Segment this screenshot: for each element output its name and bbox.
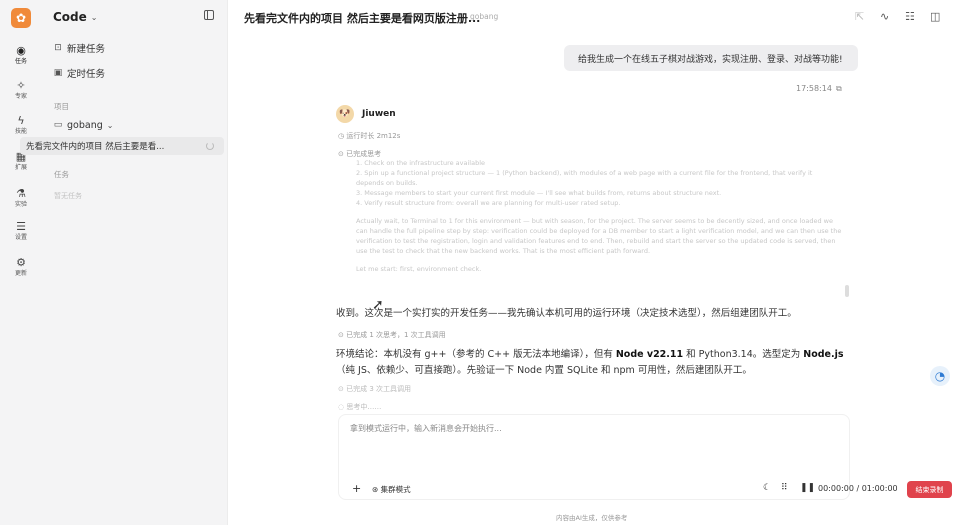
running-tools-label: 已完成 3 次工具调用	[346, 385, 411, 393]
app-logo-icon[interactable]: ✿	[11, 8, 31, 28]
assistant-intro: 收到。这次是一个实打实的开发任务——我先确认本机可用的运行环境（决定技术选型），…	[336, 308, 797, 319]
rail-item-label: 专家	[14, 92, 27, 100]
workspace-title: Code	[53, 10, 87, 24]
chevron-down-icon: ⌄	[90, 12, 98, 22]
copy-icon[interactable]: ⧉	[836, 84, 842, 94]
moon-icon[interactable]: ☾	[763, 483, 771, 493]
rail-item-experts[interactable]: ✧ 专家	[0, 75, 42, 105]
thinking-scrollbar[interactable]	[845, 285, 849, 297]
thinking-icon: ⊙	[338, 150, 347, 158]
assistant-name: Jiuwen	[362, 109, 396, 119]
thinking-label: 已完成思考	[346, 150, 382, 158]
thinking-line: Let me start: first, environment check.	[356, 265, 482, 273]
rail-item-skills[interactable]: ϟ 技能	[0, 110, 42, 140]
task-icon: ◉	[16, 43, 26, 57]
elapsed-label: 运行时长 2m12s	[346, 132, 401, 140]
thinking-line: 3. Message members to start your current…	[356, 189, 722, 197]
rail-item-labs[interactable]: ⚗ 实验	[0, 183, 42, 213]
elapsed-time: ◷ 运行时长 2m12s	[338, 131, 400, 141]
sidebar: Code ⌄ ⊡ 新建任务 ▣ 定时任务 项目 ▭ gobang ⌄ 任务 暂无…	[42, 0, 228, 525]
recording-timer: 00:00:00 / 01:00:00	[818, 484, 898, 493]
icon-rail: ✿ ◉ 任务 ✧ 专家 ϟ 技能 ▦ 扩展 ⚗ 实验 ☰ 设置 ⚙ 更新	[0, 0, 42, 525]
calendar-icon: ▣	[53, 68, 63, 78]
new-task-icon: ⊡	[54, 43, 62, 53]
workspace-switcher[interactable]: Code ⌄	[53, 8, 97, 26]
mode-label: 集群模式	[380, 485, 411, 494]
message-timestamp: 17:58:14	[796, 84, 832, 93]
tasks-heading: 任务	[54, 170, 69, 179]
rail-item-label: 更新	[14, 269, 27, 277]
conclusion-text: （纯 JS、依赖少、可直接跑）。先验证一下 Node 内置 SQLite 和 n…	[336, 365, 752, 376]
message-input[interactable]: 拿到模式运行中，输入新消息会开始执行...	[350, 423, 502, 434]
tool-summary[interactable]: ⊙ 已完成 1 次思考，1 次工具调用	[338, 330, 446, 340]
node-version: Node v22.11	[615, 349, 684, 360]
share-icon[interactable]: ⇱	[855, 10, 864, 23]
conclusion-text: 和 Python3.14。选型定为	[683, 349, 804, 360]
assistant-avatar: 🐶	[336, 105, 354, 123]
panel-toggle-icon[interactable]: ◫	[930, 10, 940, 23]
drag-handle-icon[interactable]: ⠿	[781, 483, 788, 493]
stop-recording-button[interactable]: 结束录制	[907, 481, 952, 498]
page-title: 先看完文件内的项目 然后主要是看网页版注册...	[244, 12, 481, 25]
add-attachment-icon[interactable]: +	[352, 482, 361, 495]
sparkle-icon: ✧	[16, 78, 26, 92]
tool-summary-label: 已完成 1 次思考，1 次工具调用	[346, 331, 446, 339]
pending-status: ◌ 思考中……	[338, 402, 381, 412]
assistant-float-icon[interactable]: ◔	[930, 366, 950, 386]
cluster-mode-toggle[interactable]: ⊛ 集群模式	[372, 484, 411, 495]
running-tools[interactable]: ⊙ 已完成 3 次工具调用	[338, 384, 411, 394]
user-message: 给我生成一个在线五子棋对战游戏，实现注册、登录、对战等功能!	[564, 45, 858, 71]
new-task-label: 新建任务	[67, 44, 106, 55]
pause-icon[interactable]: ❚❚	[800, 483, 815, 493]
pending-label: 思考中……	[346, 403, 382, 411]
mouse-cursor-icon: ➚	[372, 297, 384, 313]
scheduled-task-button[interactable]: ▣ 定时任务	[52, 64, 222, 82]
rail-item-tasks[interactable]: ◉ 任务	[0, 40, 42, 70]
rail-item-label: 设置	[14, 233, 27, 241]
rail-item-label: 扩展	[14, 163, 27, 171]
rail-item-label: 任务	[14, 57, 27, 65]
sliders-icon: ☰	[16, 219, 26, 233]
project-item-gobang[interactable]: ▭ gobang ⌄	[52, 116, 222, 134]
tasks-empty-text: 暂无任务	[54, 192, 82, 200]
lightning-icon: ϟ	[17, 113, 25, 127]
tool-icon: ⊙	[338, 385, 347, 393]
folder-icon: ▭	[53, 120, 63, 130]
thinking-content: 1. Check on the infrastructure available…	[356, 158, 842, 274]
thinking-line: Actually wait, to Terminal to 1 for this…	[356, 217, 842, 255]
conclusion-text: 环境结论：本机没有 g++（参考的 C++ 版无法本地编译），但有	[336, 349, 616, 360]
rail-item-label: 技能	[14, 127, 27, 135]
rail-item-label: 实验	[14, 200, 27, 208]
collapse-sidebar-icon[interactable]	[204, 10, 214, 20]
projects-heading: 项目	[54, 102, 69, 111]
flask-icon: ⚗	[16, 186, 26, 200]
activity-icon[interactable]: ∿	[880, 10, 889, 23]
cluster-icon: ⊛	[372, 485, 381, 494]
ai-disclaimer: 内容由AI生成，仅供参考	[556, 514, 628, 522]
project-label: gobang	[67, 119, 103, 131]
project-tag: gobang	[470, 12, 499, 21]
sidebar-item-current-task[interactable]: 先看完文件内的项目 然后主要是看...	[20, 137, 224, 155]
rail-item-settings[interactable]: ☰ 设置	[0, 216, 42, 246]
thinking-line: 4. Verify result structure from: overall…	[356, 199, 621, 207]
rail-item-update[interactable]: ⚙ 更新	[0, 252, 42, 282]
scheduled-task-label: 定时任务	[67, 69, 106, 80]
nodejs-label: Node.js	[803, 349, 844, 360]
thinking-line: 2. Spin up a functional project structur…	[356, 169, 813, 187]
new-task-button[interactable]: ⊡ 新建任务	[52, 39, 222, 57]
gear-icon: ⚙	[16, 255, 26, 269]
chevron-down-icon: ⌄	[106, 120, 114, 130]
task-label: 先看完文件内的项目 然后主要是看...	[26, 142, 165, 152]
loading-spinner-icon	[206, 142, 214, 150]
tool-icon: ⊙	[338, 331, 347, 339]
list-icon[interactable]: ☷	[905, 10, 915, 23]
assistant-conclusion: 环境结论：本机没有 g++（参考的 C++ 版无法本地编译），但有 Node v…	[336, 347, 846, 379]
thinking-line: 1. Check on the infrastructure available	[356, 159, 485, 167]
